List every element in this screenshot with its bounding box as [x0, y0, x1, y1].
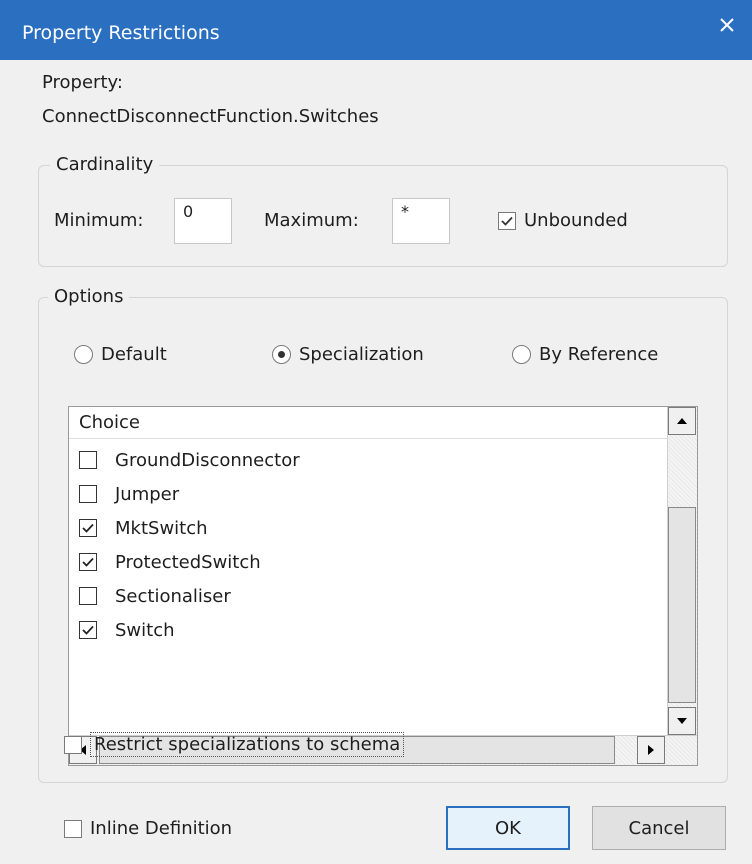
minimum-field[interactable]: 0: [174, 198, 232, 244]
arrow-up-icon: [677, 418, 687, 424]
radio-by-reference-icon: [512, 345, 531, 364]
restrict-check-icon: [64, 735, 82, 754]
inline-definition-label: Inline Definition: [90, 818, 233, 839]
unbounded-label: Unbounded: [524, 210, 628, 231]
maximum-label: Maximum:: [264, 210, 359, 231]
item-label: ProtectedSwitch: [115, 551, 261, 573]
dialog-body: Property: ConnectDisconnectFunction.Swit…: [0, 60, 752, 864]
title-bar: Property Restrictions: [0, 0, 752, 60]
maximum-field[interactable]: *: [392, 198, 450, 244]
property-label: Property:: [42, 72, 123, 93]
choice-column-header[interactable]: Choice: [69, 407, 667, 439]
radio-by-reference-label: By Reference: [539, 344, 659, 365]
close-icon: [720, 18, 734, 32]
close-button[interactable]: [712, 10, 742, 40]
item-label: Jumper: [115, 483, 180, 505]
options-legend: Options: [48, 286, 130, 307]
item-checkbox[interactable]: [79, 553, 97, 571]
scroll-down-button[interactable]: [668, 707, 696, 735]
item-checkbox[interactable]: [79, 587, 97, 605]
vertical-scroll-thumb[interactable]: [668, 507, 696, 703]
arrow-down-icon: [677, 718, 687, 724]
list-item[interactable]: GroundDisconnector: [79, 443, 300, 477]
scroll-up-button[interactable]: [668, 407, 696, 435]
inline-check-icon: [64, 819, 82, 838]
restrict-specializations-label: Restrict specializations to schema: [90, 732, 405, 757]
radio-default-label: Default: [101, 344, 167, 365]
ok-button[interactable]: OK: [446, 806, 570, 850]
dialog-title: Property Restrictions: [22, 22, 220, 44]
list-item[interactable]: Sectionaliser: [79, 579, 231, 613]
item-label: GroundDisconnector: [115, 449, 300, 471]
restrict-specializations-checkbox[interactable]: Restrict specializations to schema: [64, 732, 405, 757]
check-icon: [82, 625, 94, 635]
list-item[interactable]: Switch: [79, 613, 175, 647]
radio-specialization-label: Specialization: [299, 344, 424, 365]
radio-default-icon: [74, 345, 93, 364]
scroll-right-button[interactable]: [637, 736, 665, 764]
list-item[interactable]: Jumper: [79, 477, 179, 511]
item-checkbox[interactable]: [79, 621, 97, 639]
cardinality-legend: Cardinality: [50, 154, 160, 175]
inline-definition-checkbox[interactable]: Inline Definition: [64, 818, 232, 839]
vertical-scrollbar[interactable]: [667, 407, 697, 735]
item-label: Sectionaliser: [115, 585, 231, 607]
list-item[interactable]: MktSwitch: [79, 511, 208, 545]
item-label: Switch: [115, 619, 175, 641]
radio-specialization-icon: [272, 345, 291, 364]
radio-by-reference[interactable]: By Reference: [512, 344, 658, 365]
unbounded-checkbox[interactable]: Unbounded: [498, 210, 628, 231]
cancel-button[interactable]: Cancel: [592, 806, 726, 850]
radio-specialization[interactable]: Specialization: [272, 344, 424, 365]
unbounded-check-icon: [498, 211, 516, 230]
minimum-label: Minimum:: [54, 210, 144, 231]
property-value: ConnectDisconnectFunction.Switches: [42, 106, 379, 127]
choice-list[interactable]: Choice GroundDisconnector Jumper MktSwit…: [68, 406, 698, 766]
radio-default[interactable]: Default: [74, 344, 167, 365]
check-icon: [82, 557, 94, 567]
arrow-right-icon: [648, 745, 654, 755]
item-label: MktSwitch: [115, 517, 208, 539]
list-item[interactable]: ProtectedSwitch: [79, 545, 261, 579]
item-checkbox[interactable]: [79, 485, 97, 503]
item-checkbox[interactable]: [79, 519, 97, 537]
item-checkbox[interactable]: [79, 451, 97, 469]
check-icon: [82, 523, 94, 533]
